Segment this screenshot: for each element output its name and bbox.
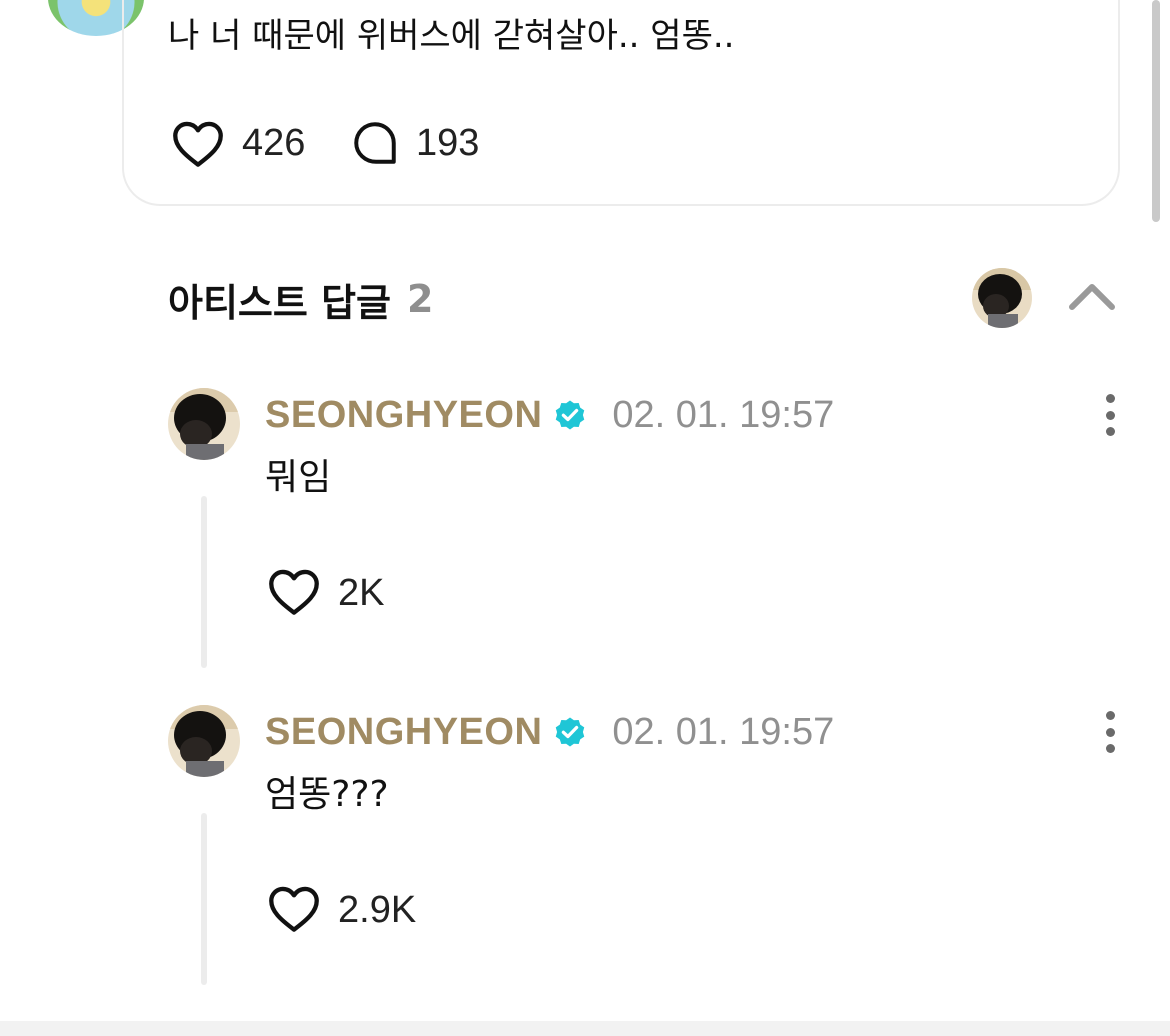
reply-text: 뭐임 [265, 457, 332, 498]
artist-replies-header: 아티스트 답글 2 [168, 272, 433, 326]
reply-like-button[interactable]: 2.9K [266, 883, 416, 937]
artist-replies-count: 2 [407, 277, 434, 321]
heart-icon [266, 566, 322, 620]
post-comment-count: 193 [416, 121, 480, 164]
reply-timestamp: 02. 01. 19:57 [612, 393, 835, 436]
thread-line [201, 813, 207, 985]
reply-text: 엄똥??? [265, 774, 389, 815]
reply-like-count: 2.9K [338, 888, 417, 931]
more-options-button[interactable] [1092, 394, 1128, 436]
reply-author-avatar[interactable] [168, 705, 240, 777]
verified-badge-icon [552, 714, 588, 750]
reply-header: SEONGHYEON 02. 01. 19:57 [265, 707, 834, 757]
artist-avatar[interactable] [972, 268, 1032, 328]
artist-reply: SEONGHYEON 02. 01. 19:57 뭐임 2K [0, 388, 1170, 688]
reply-author-avatar[interactable] [168, 388, 240, 460]
reply-author-name[interactable]: SEONGHYEON [265, 394, 542, 437]
more-vertical-icon [1105, 711, 1115, 720]
thread-line [201, 496, 207, 668]
reply-like-button[interactable]: 2K [266, 566, 384, 620]
verified-badge-icon [552, 397, 588, 433]
heart-icon [266, 883, 322, 937]
reply-like-count: 2K [338, 571, 385, 614]
reply-timestamp: 02. 01. 19:57 [612, 710, 835, 753]
post-comment-button[interactable]: 193 [350, 116, 479, 170]
reply-author-name[interactable]: SEONGHYEON [265, 711, 542, 754]
post-text: 나 너 때문에 위버스에 갇혀살아.. 엄똥.. [168, 16, 735, 56]
artist-replies-title: 아티스트 답글 [168, 280, 391, 325]
reply-header: SEONGHYEON 02. 01. 19:57 [265, 390, 834, 440]
more-vertical-icon [1105, 394, 1115, 403]
chevron-up-icon [1068, 281, 1116, 315]
post-like-button[interactable]: 426 [170, 116, 305, 170]
comment-icon [350, 118, 400, 168]
scrollbar[interactable] [1152, 0, 1160, 222]
artist-reply: SEONGHYEON 02. 01. 19:57 엄똥??? 2.9K [0, 705, 1170, 1005]
collapse-button[interactable] [1064, 274, 1120, 322]
post-like-count: 426 [242, 121, 306, 164]
heart-icon [170, 118, 226, 168]
bottom-divider [0, 1021, 1170, 1036]
more-options-button[interactable] [1092, 711, 1128, 753]
